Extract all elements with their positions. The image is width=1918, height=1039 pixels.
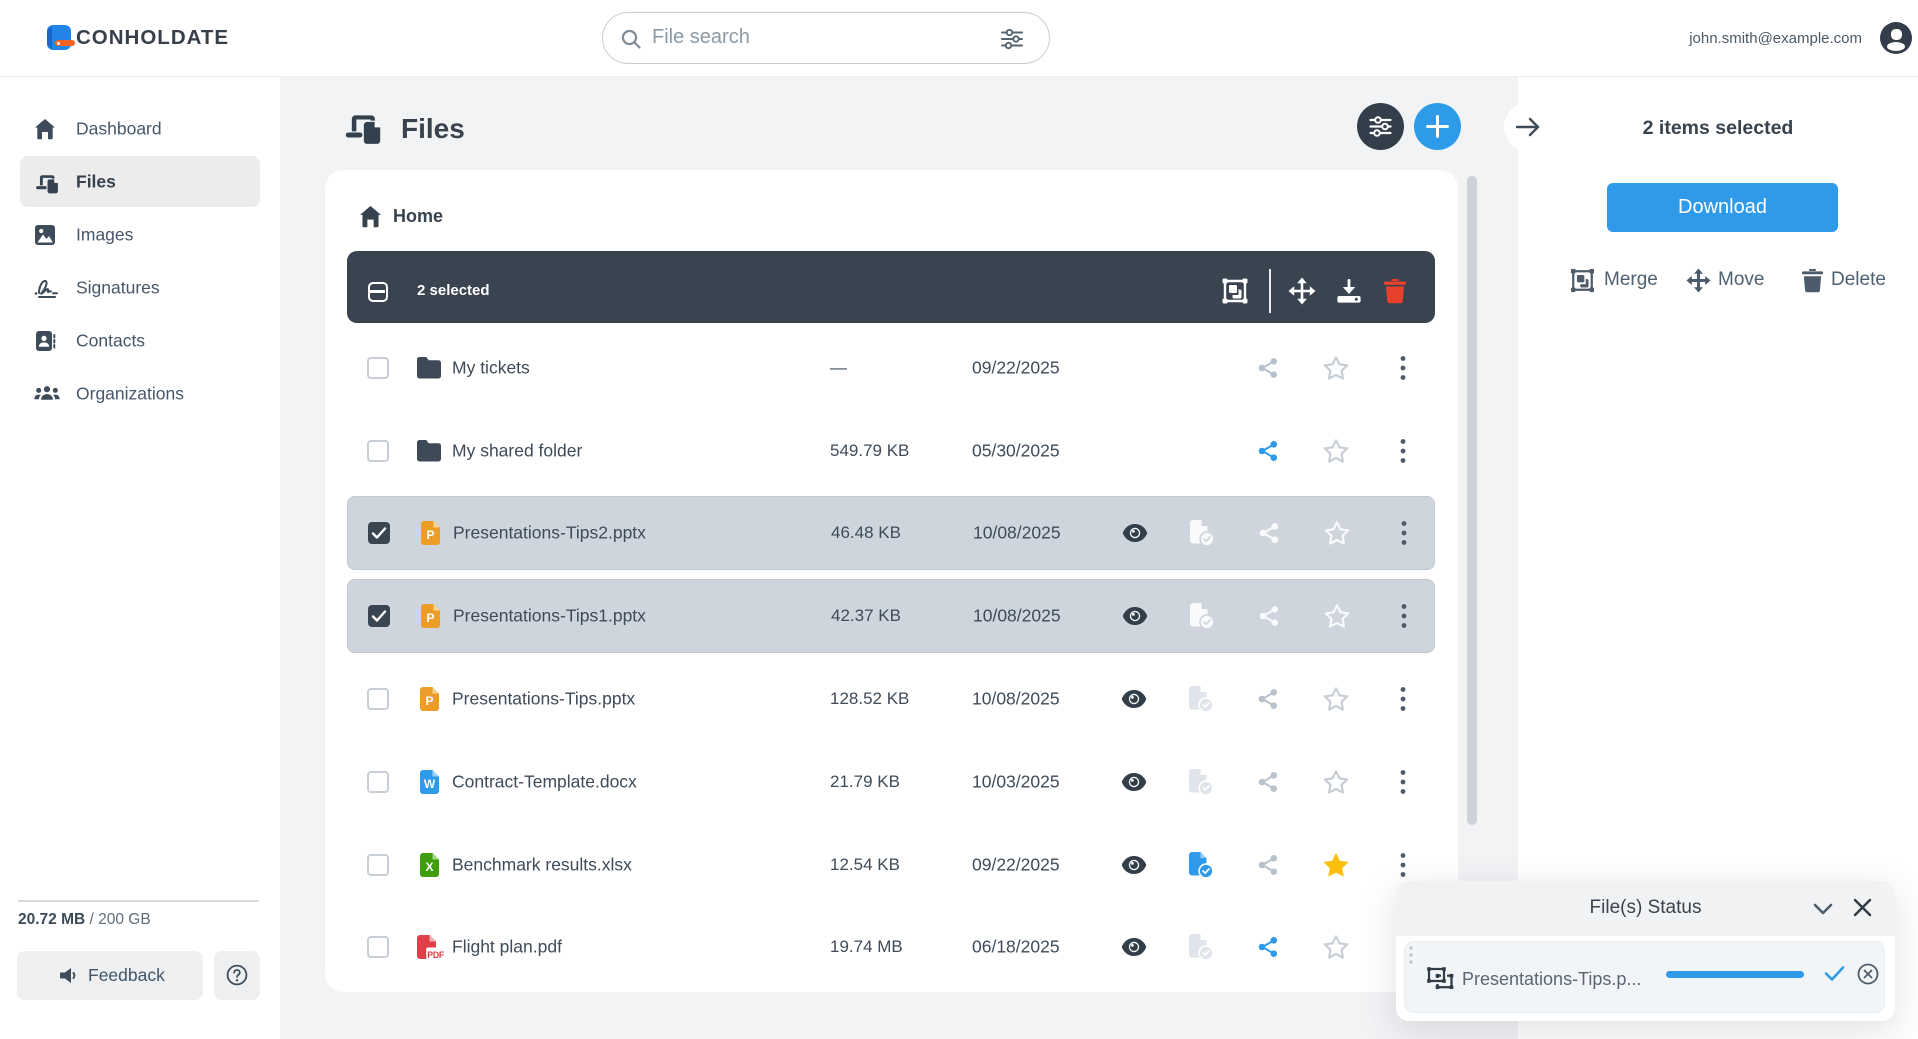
svg-text:X: X (425, 860, 433, 874)
svg-text:W: W (424, 777, 436, 791)
svg-text:PDF: PDF (427, 950, 444, 959)
svg-text:P: P (426, 611, 434, 625)
svg-text:P: P (426, 528, 434, 542)
svg-text:P: P (425, 694, 433, 708)
